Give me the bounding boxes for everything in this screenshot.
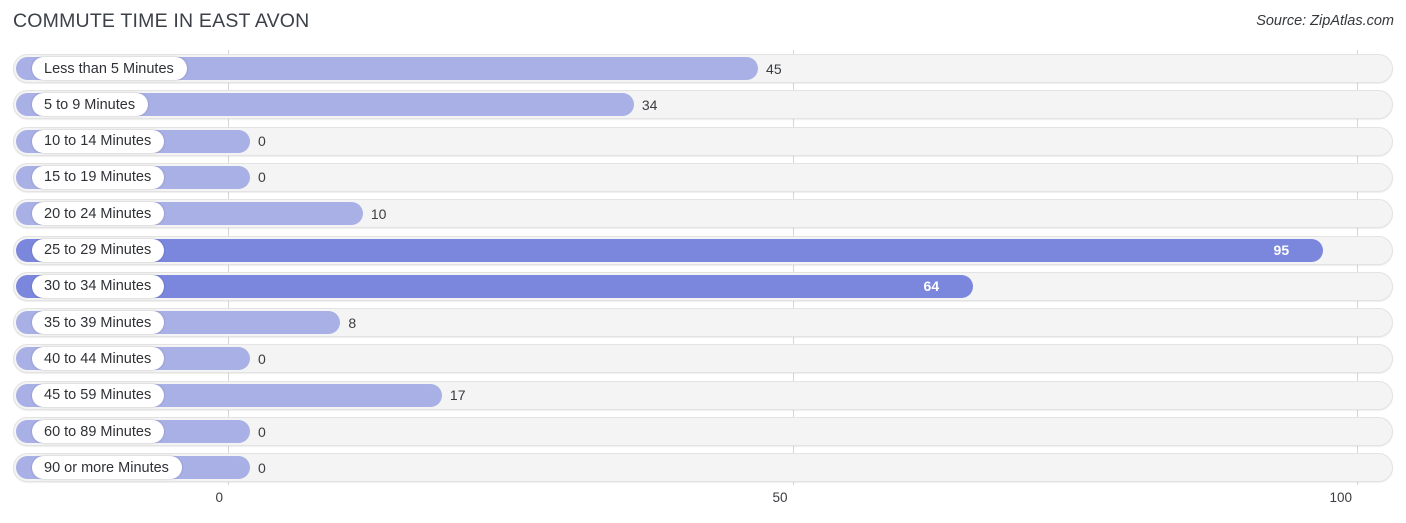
- bar-category-label: 60 to 89 Minutes: [32, 420, 165, 443]
- bar-value-label: 0: [258, 423, 266, 440]
- bar-category-label: 15 to 19 Minutes: [32, 165, 165, 189]
- bar-fill[interactable]: [16, 238, 1323, 262]
- x-tick-label: 100: [1329, 490, 1352, 505]
- bar-value-label: 8: [348, 314, 357, 331]
- bar-row[interactable]: 5 to 9 Minutes 34: [13, 90, 1393, 120]
- bar-value-label: 34: [641, 96, 658, 113]
- chart-container: COMMUTE TIME IN EAST AVON Source: ZipAtl…: [0, 0, 1406, 523]
- bar-value-label: 64: [923, 278, 940, 295]
- source-attribution: Source: ZipAtlas.com: [1256, 13, 1394, 29]
- bar-row[interactable]: 35 to 39 Minutes 8: [13, 308, 1393, 338]
- bar-row[interactable]: 45 to 59 Minutes 17: [13, 380, 1393, 410]
- bar-category-label: 35 to 39 Minutes: [32, 311, 165, 335]
- x-tick-label: 0: [215, 490, 223, 505]
- bar-value-label: 95: [1273, 242, 1290, 258]
- bar-category-label: Less than 5 Minutes: [32, 57, 187, 80]
- bar-row[interactable]: Less than 5 Minutes 45: [13, 54, 1393, 83]
- x-axis: 0 50 100: [0, 485, 1406, 523]
- bar-category-label: 20 to 24 Minutes: [32, 202, 165, 226]
- bar-value-label: 0: [258, 350, 266, 367]
- plot-area: Less than 5 Minutes 45 5 to 9 Minutes 34 10 …: [0, 50, 1406, 485]
- bar-row[interactable]: 30 to 34 Minutes 64: [13, 271, 1393, 301]
- bar-category-label: 10 to 14 Minutes: [32, 129, 165, 153]
- bar-value-label: 0: [258, 459, 266, 476]
- bar-category-label: 40 to 44 Minutes: [32, 347, 165, 371]
- x-tick-label: 50: [772, 490, 788, 505]
- bar-value-label: 0: [258, 169, 266, 186]
- bar-category-label: 25 to 29 Minutes: [32, 238, 165, 262]
- bar-category-label: 30 to 34 Minutes: [32, 274, 165, 298]
- bar-value-label: 17: [449, 387, 466, 404]
- page-title: COMMUTE TIME IN EAST AVON: [13, 10, 310, 32]
- bar-value-label: 45: [766, 60, 782, 77]
- bar-value-label: 0: [258, 133, 266, 150]
- bar-row[interactable]: 15 to 19 Minutes 0: [13, 162, 1393, 192]
- bar-row[interactable]: 20 to 24 Minutes 10: [13, 199, 1393, 229]
- bar-row[interactable]: 40 to 44 Minutes 0: [13, 344, 1393, 374]
- bar-category-label: 45 to 59 Minutes: [32, 383, 165, 407]
- bar-row[interactable]: 10 to 14 Minutes 0: [13, 126, 1393, 156]
- bar-row[interactable]: 60 to 89 Minutes 0: [13, 417, 1393, 446]
- bar-row[interactable]: 90 or more Minutes 0: [13, 453, 1393, 483]
- bar-category-label: 5 to 9 Minutes: [32, 93, 149, 117]
- bar-category-label: 90 or more Minutes: [32, 456, 182, 480]
- bar-value-label: 10: [370, 205, 387, 222]
- bar-row[interactable]: 25 to 29 Minutes 95: [13, 235, 1393, 265]
